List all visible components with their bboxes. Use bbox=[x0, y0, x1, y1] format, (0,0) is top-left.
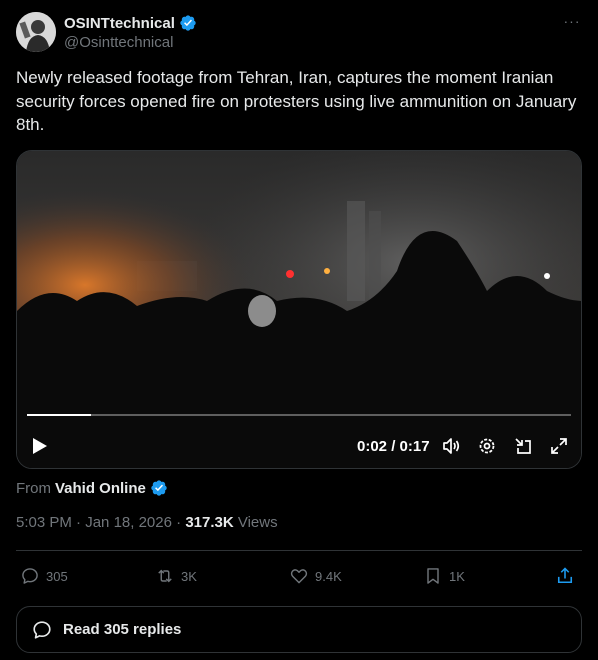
tweet-date[interactable]: Jan 18, 2026 bbox=[85, 514, 172, 531]
views-count[interactable]: 317.3K bbox=[185, 514, 233, 531]
repost-count: 3K bbox=[181, 568, 197, 584]
bookmark-button[interactable]: 1K bbox=[423, 564, 465, 588]
reply-icon bbox=[22, 568, 38, 584]
author-avatar[interactable] bbox=[16, 12, 56, 52]
video-frame bbox=[17, 151, 581, 468]
video-source: From Vahid Online bbox=[16, 478, 168, 498]
bookmark-icon bbox=[427, 568, 439, 584]
author-handle[interactable]: @Osinttechnical bbox=[64, 34, 197, 54]
source-prefix: From bbox=[16, 479, 51, 497]
video-controls: 0:02 / 0:17 bbox=[17, 431, 581, 461]
video-progress-fill bbox=[27, 414, 92, 416]
author-display-name[interactable]: OSINTtechnical bbox=[64, 15, 175, 32]
video-player[interactable]: 0:02 / 0:17 bbox=[16, 150, 582, 469]
meta-separator: · bbox=[171, 514, 186, 531]
chat-bubble-icon bbox=[33, 620, 51, 639]
tweet-meta: 5:03 PM · Jan 18, 2026 · 317.3K Views bbox=[16, 514, 278, 534]
share-icon bbox=[557, 567, 573, 584]
video-time: 0:02 / 0:17 bbox=[357, 438, 430, 455]
like-button[interactable]: 9.4K bbox=[289, 564, 342, 588]
bookmark-count: 1K bbox=[449, 568, 465, 584]
read-replies-label: Read 305 replies bbox=[63, 621, 182, 638]
author-display-name-row[interactable]: OSINTtechnical bbox=[64, 13, 197, 33]
volume-icon[interactable] bbox=[441, 436, 461, 456]
more-icon[interactable]: ··· bbox=[562, 14, 582, 32]
views-label: Views bbox=[233, 514, 278, 531]
reply-count: 305 bbox=[46, 568, 68, 584]
settings-icon[interactable] bbox=[477, 436, 497, 456]
pip-icon[interactable] bbox=[513, 436, 533, 456]
divider bbox=[16, 550, 582, 551]
like-count: 9.4K bbox=[315, 568, 342, 584]
tweet-time[interactable]: 5:03 PM bbox=[16, 514, 72, 531]
source-verified-badge-icon bbox=[151, 480, 167, 496]
tweet-text: Newly released footage from Tehran, Iran… bbox=[16, 68, 577, 134]
repost-button[interactable]: 3K bbox=[155, 564, 197, 588]
fullscreen-icon[interactable] bbox=[549, 436, 569, 456]
reply-button[interactable]: 305 bbox=[20, 564, 68, 588]
heart-icon bbox=[290, 569, 308, 584]
verified-badge-icon bbox=[180, 15, 196, 31]
repost-icon bbox=[158, 569, 172, 583]
share-button[interactable] bbox=[548, 560, 582, 592]
read-replies-button[interactable]: Read 305 replies bbox=[16, 606, 582, 653]
video-progress-bar[interactable] bbox=[27, 414, 571, 416]
tweet-header: OSINTtechnical @Osinttechnical ··· bbox=[16, 12, 582, 56]
play-icon[interactable] bbox=[31, 437, 49, 455]
source-name[interactable]: Vahid Online bbox=[55, 480, 146, 497]
avatar-image bbox=[16, 12, 56, 52]
action-bar: 305 3K 9.4K 1K bbox=[16, 560, 582, 592]
meta-separator: · bbox=[71, 514, 86, 531]
